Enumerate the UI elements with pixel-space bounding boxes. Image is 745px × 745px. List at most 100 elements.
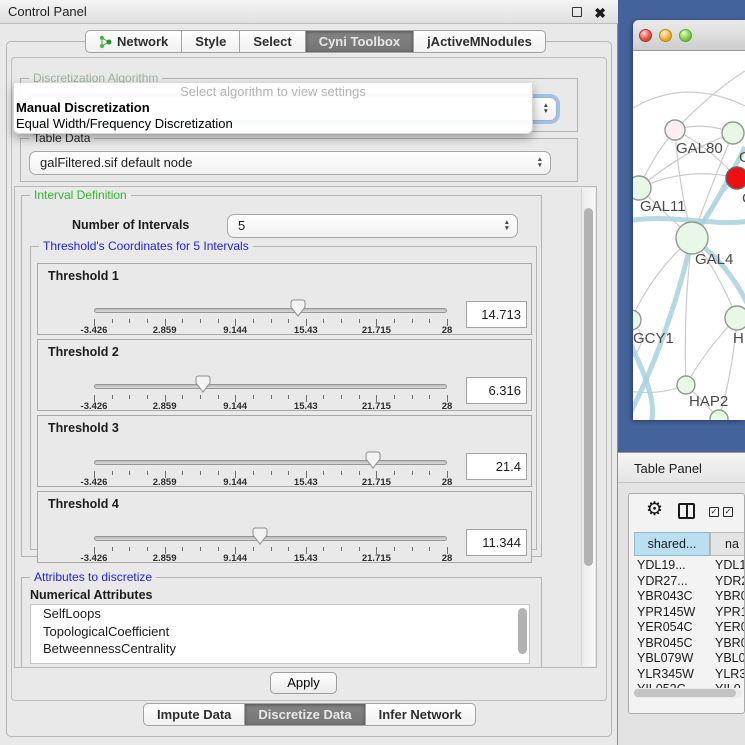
table-row[interactable]: YBL079WYBL0 (629, 651, 745, 667)
slider-thumb[interactable] (195, 375, 211, 393)
minor-tick (288, 395, 289, 399)
table-row[interactable]: YBR043CYBR0 (629, 589, 745, 605)
gcy1-node[interactable] (633, 310, 641, 330)
table-panel-title: Table Panel (634, 453, 702, 484)
minor-tick (147, 319, 148, 323)
table-row[interactable]: YDR27...YDR2 (629, 574, 745, 590)
tick-label: 2.859 (153, 553, 177, 564)
tick-label: 2.859 (153, 477, 177, 488)
number-of-intervals-select[interactable]: 5 ▲▼ (227, 214, 518, 238)
minor-tick (288, 319, 289, 323)
node-label: HAP2 (689, 393, 728, 410)
cell-shared-name: YBR043C (637, 589, 693, 605)
slider-track[interactable] (94, 460, 447, 465)
top-right-node[interactable] (722, 122, 744, 144)
algorithm-option[interactable]: Equal Width/Frequency Discretization (14, 116, 532, 132)
table-data-select[interactable]: galFiltered.sif default node ▲▼ (29, 151, 551, 175)
numerical-attributes-list[interactable]: SelfLoopsTopologicalCoefficientBetweenne… (30, 604, 530, 664)
threshold-value-field[interactable]: 11.344 (466, 529, 527, 556)
tab-infer-network[interactable]: Infer Network (365, 703, 476, 726)
tab-label: Network (117, 31, 168, 52)
slider-thumb[interactable] (290, 299, 306, 317)
tab-network[interactable]: Network (85, 30, 182, 53)
table-horizontal-scrollbar[interactable] (633, 688, 742, 698)
table-row[interactable]: YLR345WYLR3 (629, 667, 745, 683)
table-row[interactable]: YDL19...YDL1 (629, 558, 745, 574)
group-title: Threshold's Coordinates for 5 Intervals (39, 239, 253, 253)
gear-icon[interactable]: ⚙ (646, 498, 663, 521)
gal11-node[interactable] (633, 176, 651, 200)
close-icon[interactable]: ✖ (594, 1, 606, 25)
minor-tick (341, 471, 342, 475)
h-node[interactable] (725, 306, 745, 330)
network-graph: GAL80G.CGAL11GAL4GCY1HHAP2 (633, 51, 745, 420)
split-columns-icon[interactable] (678, 503, 695, 519)
tab-style[interactable]: Style (181, 30, 240, 53)
table-row[interactable]: YPR145WYPR1 (629, 605, 745, 621)
threshold-label: Threshold 4 (48, 497, 119, 511)
minor-tick (341, 547, 342, 551)
algorithm-option[interactable]: Manual Discretization (14, 100, 532, 116)
threshold-value-field[interactable]: 6.316 (466, 377, 527, 404)
node-table: ⚙ ✓ ✓ shared...na YDL19...YDL1YDR27...YD… (628, 493, 745, 714)
attribute-list-item[interactable]: BetweennessCentrality (31, 640, 529, 658)
tick-label: 9.144 (223, 401, 247, 412)
table-row[interactable]: YBR045CYBR0 (629, 636, 745, 652)
attribute-list-item[interactable]: TopologicalCoefficient (31, 623, 529, 641)
attribute-list-item[interactable]: SelfLoops (31, 605, 529, 623)
tick-label: 15.43 (294, 401, 318, 412)
checkbox-icon[interactable]: ✓ (709, 507, 719, 517)
column-header[interactable]: na (710, 532, 745, 556)
tick-label: 21.715 (362, 553, 391, 564)
minor-tick (182, 395, 183, 399)
slider-track[interactable] (94, 536, 447, 541)
minimize-traffic-light-icon[interactable] (659, 29, 672, 42)
network-window-titlebar (633, 20, 745, 51)
slider-track[interactable] (94, 384, 447, 389)
gal4-node[interactable] (676, 222, 708, 254)
slider-thumb[interactable] (365, 451, 381, 469)
minor-tick (147, 395, 148, 399)
gal80-node[interactable] (665, 120, 685, 140)
minor-tick (182, 547, 183, 551)
table-row[interactable]: YER054CYER0 (629, 620, 745, 636)
slider-thumb[interactable] (252, 527, 268, 545)
tab-select[interactable]: Select (239, 30, 305, 53)
float-window-icon[interactable] (572, 7, 582, 17)
threshold-value-field[interactable]: 14.713 (466, 301, 527, 328)
minor-tick (182, 319, 183, 323)
threshold-value-field[interactable]: 21.4 (466, 453, 527, 480)
threshold-panel: Threshold 3-3.4262.8599.14415.4321.71528… (37, 415, 532, 487)
column-header[interactable]: shared... (634, 532, 710, 556)
tick-label: 28 (442, 401, 453, 412)
tick-label: 28 (442, 325, 453, 336)
tick-label: -3.426 (81, 325, 108, 336)
list-scrollbar[interactable] (517, 607, 528, 662)
threshold-label: Threshold 2 (48, 345, 119, 359)
minor-tick (271, 471, 272, 475)
checkbox-icon[interactable]: ✓ (723, 507, 733, 517)
tab-cyni-toolbox[interactable]: Cyni Toolbox (305, 30, 414, 53)
node-label: GAL11 (640, 198, 686, 215)
hap2-node[interactable] (677, 376, 695, 394)
red-node[interactable] (726, 167, 745, 189)
right-pane: GAL80G.CGAL11GAL4GCY1HHAP2 Table Panel ⚙… (618, 0, 745, 745)
close-traffic-light-icon[interactable] (639, 29, 652, 42)
minor-tick (288, 471, 289, 475)
cell-name: YLR3 (715, 667, 745, 683)
settings-vertical-scrollbar[interactable] (581, 188, 595, 666)
tick-label: 2.859 (153, 325, 177, 336)
algorithm-placeholder-item[interactable]: Select algorithm to view settings (14, 83, 532, 100)
tab-impute-data[interactable]: Impute Data (143, 703, 245, 726)
tab-discretize-data[interactable]: Discretize Data (244, 703, 365, 726)
tick-label: 21.715 (362, 477, 391, 488)
minor-tick (429, 471, 430, 475)
zoom-traffic-light-icon[interactable] (679, 29, 692, 42)
tab-jactivemnodules[interactable]: jActiveMNodules (413, 30, 546, 53)
network-canvas[interactable]: GAL80G.CGAL11GAL4GCY1HHAP2 (633, 51, 745, 420)
apply-button[interactable]: Apply (270, 672, 337, 694)
slider-track[interactable] (94, 308, 447, 313)
minor-tick (112, 319, 113, 323)
node-label: GAL80 (676, 140, 723, 157)
threshold-panel: Threshold 2-3.4262.8599.14415.4321.71528… (37, 339, 532, 411)
